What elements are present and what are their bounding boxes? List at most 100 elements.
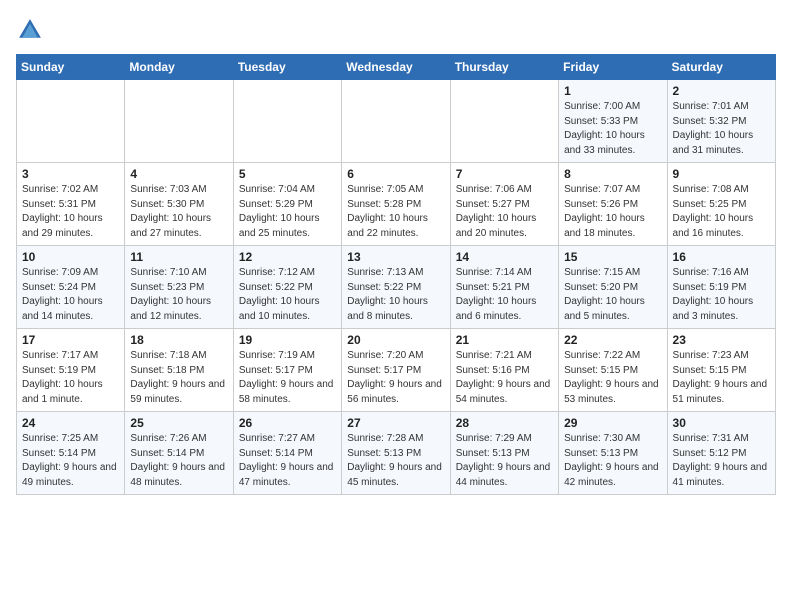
calendar-cell: 17 Sunrise: 7:17 AM Sunset: 5:19 PM Dayli… xyxy=(17,329,125,412)
calendar-cell: 28 Sunrise: 7:29 AM Sunset: 5:13 PM Dayli… xyxy=(450,412,558,495)
day-number: 11 xyxy=(130,250,227,264)
day-of-week-header: Monday xyxy=(125,55,233,80)
calendar-cell: 26Sunrise: 7:27 AM Sunset: 5:14 PM Dayli… xyxy=(233,412,341,495)
calendar-cell: 25 Sunrise: 7:26 AM Sunset: 5:14 PM Dayli… xyxy=(125,412,233,495)
day-of-week-header: Friday xyxy=(559,55,667,80)
calendar-cell: 5 Sunrise: 7:04 AM Sunset: 5:29 PM Daylig… xyxy=(233,163,341,246)
day-info: Sunrise: 7:19 AM Sunset: 5:17 PM Dayligh… xyxy=(239,349,336,407)
day-of-week-header: Wednesday xyxy=(342,55,450,80)
calendar-cell: 16 Sunrise: 7:16 AM Sunset: 5:19 PM Dayli… xyxy=(667,246,775,329)
day-info: Sunrise: 7:12 AM Sunset: 5:22 PM Dayligh… xyxy=(239,266,336,324)
day-number: 14 xyxy=(456,250,553,264)
logo-icon xyxy=(16,16,44,44)
day-number: 23 xyxy=(673,333,770,347)
day-number: 29 xyxy=(564,416,661,430)
day-info: Sunrise: 7:03 AM Sunset: 5:30 PM Dayligh… xyxy=(130,183,227,241)
day-info: Sunrise: 7:04 AM Sunset: 5:29 PM Dayligh… xyxy=(239,183,336,241)
calendar-cell: 29 Sunrise: 7:30 AM Sunset: 5:13 PM Dayli… xyxy=(559,412,667,495)
day-number: 30 xyxy=(673,416,770,430)
day-number: 13 xyxy=(347,250,444,264)
day-info: Sunrise: 7:16 AM Sunset: 5:19 PM Dayligh… xyxy=(673,266,770,324)
calendar-week-row: 17 Sunrise: 7:17 AM Sunset: 5:19 PM Dayli… xyxy=(17,329,776,412)
day-number: 5 xyxy=(239,167,336,181)
day-info: Sunrise: 7:10 AM Sunset: 5:23 PM Dayligh… xyxy=(130,266,227,324)
day-number: 17 xyxy=(22,333,119,347)
day-info: Sunrise: 7:17 AM Sunset: 5:19 PM Dayligh… xyxy=(22,349,119,407)
day-number: 20 xyxy=(347,333,444,347)
calendar-cell: 20 Sunrise: 7:20 AM Sunset: 5:17 PM Dayli… xyxy=(342,329,450,412)
day-number: 2 xyxy=(673,84,770,98)
calendar-cell: 13 Sunrise: 7:13 AM Sunset: 5:22 PM Dayli… xyxy=(342,246,450,329)
calendar-cell: 9Sunrise: 7:08 AM Sunset: 5:25 PM Daylig… xyxy=(667,163,775,246)
calendar-cell: 15 Sunrise: 7:15 AM Sunset: 5:20 PM Dayli… xyxy=(559,246,667,329)
day-number: 1 xyxy=(564,84,661,98)
calendar-cell xyxy=(125,80,233,163)
day-info: Sunrise: 7:30 AM Sunset: 5:13 PM Dayligh… xyxy=(564,432,661,490)
calendar-cell: 19Sunrise: 7:19 AM Sunset: 5:17 PM Dayli… xyxy=(233,329,341,412)
calendar-cell: 12 Sunrise: 7:12 AM Sunset: 5:22 PM Dayli… xyxy=(233,246,341,329)
page-header xyxy=(16,16,776,44)
calendar-header: SundayMondayTuesdayWednesdayThursdayFrid… xyxy=(17,55,776,80)
calendar-table: SundayMondayTuesdayWednesdayThursdayFrid… xyxy=(16,54,776,495)
day-number: 7 xyxy=(456,167,553,181)
day-number: 4 xyxy=(130,167,227,181)
day-number: 3 xyxy=(22,167,119,181)
day-number: 6 xyxy=(347,167,444,181)
day-info: Sunrise: 7:09 AM Sunset: 5:24 PM Dayligh… xyxy=(22,266,119,324)
calendar-week-row: 3 Sunrise: 7:02 AM Sunset: 5:31 PM Daylig… xyxy=(17,163,776,246)
calendar-cell: 10 Sunrise: 7:09 AM Sunset: 5:24 PM Dayli… xyxy=(17,246,125,329)
calendar-cell: 3 Sunrise: 7:02 AM Sunset: 5:31 PM Daylig… xyxy=(17,163,125,246)
day-info: Sunrise: 7:22 AM Sunset: 5:15 PM Dayligh… xyxy=(564,349,661,407)
calendar-cell: 14 Sunrise: 7:14 AM Sunset: 5:21 PM Dayli… xyxy=(450,246,558,329)
calendar-cell xyxy=(342,80,450,163)
calendar-cell: 21Sunrise: 7:21 AM Sunset: 5:16 PM Dayli… xyxy=(450,329,558,412)
calendar-cell: 18 Sunrise: 7:18 AM Sunset: 5:18 PM Dayli… xyxy=(125,329,233,412)
calendar-cell: 4 Sunrise: 7:03 AM Sunset: 5:30 PM Daylig… xyxy=(125,163,233,246)
day-number: 26 xyxy=(239,416,336,430)
day-info: Sunrise: 7:25 AM Sunset: 5:14 PM Dayligh… xyxy=(22,432,119,490)
day-info: Sunrise: 7:26 AM Sunset: 5:14 PM Dayligh… xyxy=(130,432,227,490)
day-info: Sunrise: 7:13 AM Sunset: 5:22 PM Dayligh… xyxy=(347,266,444,324)
calendar-cell: 1 Sunrise: 7:00 AM Sunset: 5:33 PM Daylig… xyxy=(559,80,667,163)
calendar-cell: 6Sunrise: 7:05 AM Sunset: 5:28 PM Daylig… xyxy=(342,163,450,246)
day-number: 12 xyxy=(239,250,336,264)
calendar-cell xyxy=(233,80,341,163)
day-info: Sunrise: 7:02 AM Sunset: 5:31 PM Dayligh… xyxy=(22,183,119,241)
day-of-week-header: Thursday xyxy=(450,55,558,80)
calendar-cell: 7 Sunrise: 7:06 AM Sunset: 5:27 PM Daylig… xyxy=(450,163,558,246)
day-number: 24 xyxy=(22,416,119,430)
day-number: 18 xyxy=(130,333,227,347)
day-info: Sunrise: 7:20 AM Sunset: 5:17 PM Dayligh… xyxy=(347,349,444,407)
day-info: Sunrise: 7:18 AM Sunset: 5:18 PM Dayligh… xyxy=(130,349,227,407)
day-info: Sunrise: 7:23 AM Sunset: 5:15 PM Dayligh… xyxy=(673,349,770,407)
day-number: 28 xyxy=(456,416,553,430)
day-info: Sunrise: 7:06 AM Sunset: 5:27 PM Dayligh… xyxy=(456,183,553,241)
day-info: Sunrise: 7:28 AM Sunset: 5:13 PM Dayligh… xyxy=(347,432,444,490)
day-number: 10 xyxy=(22,250,119,264)
day-number: 25 xyxy=(130,416,227,430)
calendar-cell: 30 Sunrise: 7:31 AM Sunset: 5:12 PM Dayli… xyxy=(667,412,775,495)
day-info: Sunrise: 7:21 AM Sunset: 5:16 PM Dayligh… xyxy=(456,349,553,407)
day-of-week-header: Saturday xyxy=(667,55,775,80)
day-info: Sunrise: 7:01 AM Sunset: 5:32 PM Dayligh… xyxy=(673,100,770,158)
day-number: 22 xyxy=(564,333,661,347)
day-info: Sunrise: 7:14 AM Sunset: 5:21 PM Dayligh… xyxy=(456,266,553,324)
day-number: 16 xyxy=(673,250,770,264)
calendar-cell: 2 Sunrise: 7:01 AM Sunset: 5:32 PM Daylig… xyxy=(667,80,775,163)
calendar-cell: 22 Sunrise: 7:22 AM Sunset: 5:15 PM Dayli… xyxy=(559,329,667,412)
day-of-week-header: Tuesday xyxy=(233,55,341,80)
calendar-week-row: 10 Sunrise: 7:09 AM Sunset: 5:24 PM Dayli… xyxy=(17,246,776,329)
day-info: Sunrise: 7:29 AM Sunset: 5:13 PM Dayligh… xyxy=(456,432,553,490)
day-info: Sunrise: 7:08 AM Sunset: 5:25 PM Dayligh… xyxy=(673,183,770,241)
calendar-cell xyxy=(17,80,125,163)
calendar-week-row: 24 Sunrise: 7:25 AM Sunset: 5:14 PM Dayli… xyxy=(17,412,776,495)
day-info: Sunrise: 7:31 AM Sunset: 5:12 PM Dayligh… xyxy=(673,432,770,490)
logo xyxy=(16,16,48,44)
day-number: 27 xyxy=(347,416,444,430)
day-of-week-header: Sunday xyxy=(17,55,125,80)
day-info: Sunrise: 7:15 AM Sunset: 5:20 PM Dayligh… xyxy=(564,266,661,324)
calendar-cell: 23 Sunrise: 7:23 AM Sunset: 5:15 PM Dayli… xyxy=(667,329,775,412)
day-info: Sunrise: 7:00 AM Sunset: 5:33 PM Dayligh… xyxy=(564,100,661,158)
calendar-cell: 11 Sunrise: 7:10 AM Sunset: 5:23 PM Dayli… xyxy=(125,246,233,329)
day-number: 15 xyxy=(564,250,661,264)
